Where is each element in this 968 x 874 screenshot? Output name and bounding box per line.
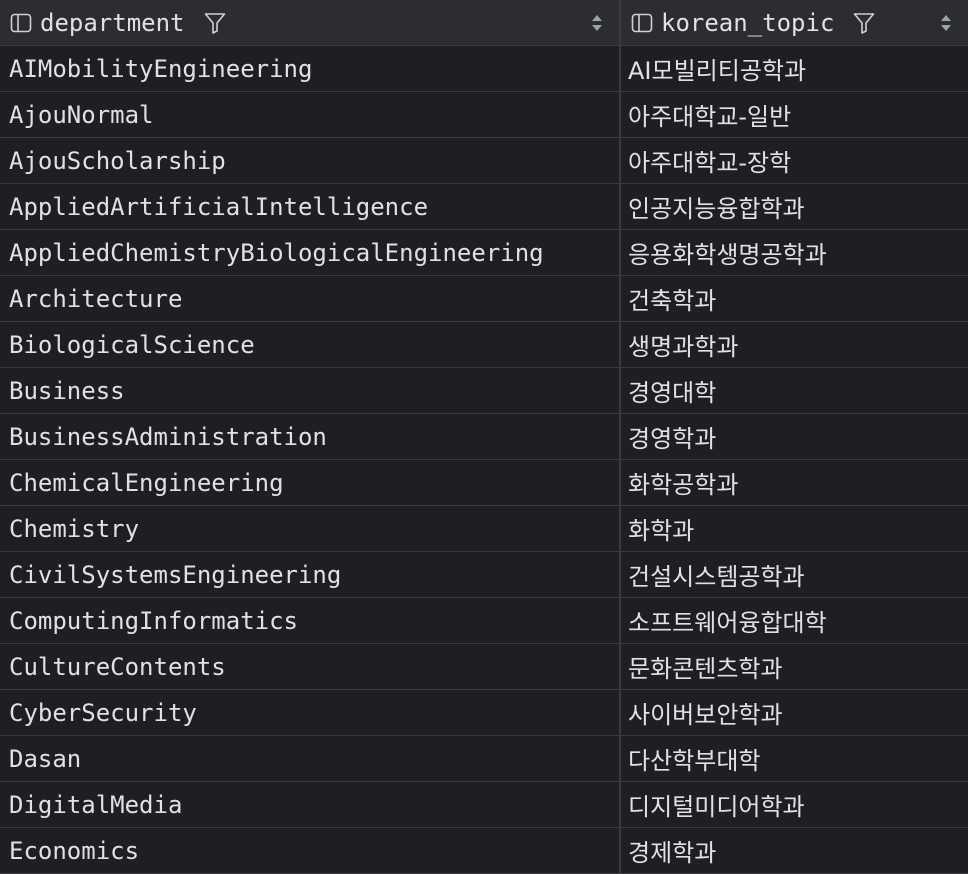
korean-topic-cell[interactable]: 소프트웨어융합대학 [621,598,968,643]
table-row[interactable]: BusinessAdministration 경영학과 [0,414,968,460]
korean-topic-cell[interactable]: 경영학과 [621,414,968,459]
table-row[interactable]: CivilSystemsEngineering 건설시스템공학과 [0,552,968,598]
department-cell[interactable]: DigitalMedia [0,782,621,827]
table-row[interactable]: Business 경영대학 [0,368,968,414]
sort-icon[interactable] [940,14,952,32]
table-row[interactable]: CultureContents 문화콘텐츠학과 [0,644,968,690]
column-name: korean_topic [661,8,835,37]
department-cell[interactable]: CultureContents [0,644,621,689]
table-row[interactable]: ComputingInformatics 소프트웨어융합대학 [0,598,968,644]
korean-topic-cell[interactable]: 아주대학교-장학 [621,138,968,183]
korean-topic-cell[interactable]: 생명과학과 [621,322,968,367]
department-cell[interactable]: Architecture [0,276,621,321]
korean-topic-cell[interactable]: 문화콘텐츠학과 [621,644,968,689]
korean-topic-cell[interactable]: 화학과 [621,506,968,551]
department-cell[interactable]: Economics [0,828,621,873]
column-icon [631,13,653,32]
department-cell[interactable]: CivilSystemsEngineering [0,552,621,597]
table-row[interactable]: DigitalMedia 디지털미디어학과 [0,782,968,828]
korean-topic-cell[interactable]: 응용화학생명공학과 [621,230,968,275]
table-row[interactable]: BiologicalScience 생명과학과 [0,322,968,368]
department-cell[interactable]: CyberSecurity [0,690,621,735]
korean-topic-cell[interactable]: AI모빌리티공학과 [621,46,968,91]
table-row[interactable]: AjouNormal 아주대학교-일반 [0,92,968,138]
korean-topic-cell[interactable]: 건축학과 [621,276,968,321]
column-name: department [40,8,185,37]
department-cell[interactable]: Chemistry [0,506,621,551]
korean-topic-cell[interactable]: 사이버보안학과 [621,690,968,735]
table-row[interactable]: AppliedChemistryBiologicalEngineering 응용… [0,230,968,276]
korean-topic-cell[interactable]: 건설시스템공학과 [621,552,968,597]
korean-topic-cell[interactable]: 경제학과 [621,828,968,873]
grid-body: AIMobilityEngineering AI모빌리티공학과 AjouNorm… [0,46,968,874]
department-cell[interactable]: ChemicalEngineering [0,460,621,505]
korean-topic-cell[interactable]: 디지털미디어학과 [621,782,968,827]
department-cell[interactable]: Dasan [0,736,621,781]
department-cell[interactable]: BiologicalScience [0,322,621,367]
department-cell[interactable]: AjouNormal [0,92,621,137]
korean-topic-cell[interactable]: 인공지능융합학과 [621,184,968,229]
table-row[interactable]: Chemistry 화학과 [0,506,968,552]
column-header-department[interactable]: department [0,0,621,45]
sort-icon[interactable] [591,14,603,32]
korean-topic-cell[interactable]: 아주대학교-일반 [621,92,968,137]
filter-icon[interactable] [203,11,227,35]
table-row[interactable]: Architecture 건축학과 [0,276,968,322]
department-cell[interactable]: Business [0,368,621,413]
department-cell[interactable]: ComputingInformatics [0,598,621,643]
department-cell[interactable]: AppliedChemistryBiologicalEngineering [0,230,621,275]
column-icon [10,13,32,32]
table-row[interactable]: Dasan 다산학부대학 [0,736,968,782]
department-cell[interactable]: AppliedArtificialIntelligence [0,184,621,229]
korean-topic-cell[interactable]: 경영대학 [621,368,968,413]
table-row[interactable]: ChemicalEngineering 화학공학과 [0,460,968,506]
department-cell[interactable]: BusinessAdministration [0,414,621,459]
korean-topic-cell[interactable]: 다산학부대학 [621,736,968,781]
department-cell[interactable]: AjouScholarship [0,138,621,183]
table-row[interactable]: AppliedArtificialIntelligence 인공지능융합학과 [0,184,968,230]
filter-icon[interactable] [852,11,876,35]
table-row[interactable]: AIMobilityEngineering AI모빌리티공학과 [0,46,968,92]
table-row[interactable]: AjouScholarship 아주대학교-장학 [0,138,968,184]
table-row[interactable]: Economics 경제학과 [0,828,968,874]
data-grid: department korean_topic AIMobilityEngine… [0,0,968,874]
table-row[interactable]: CyberSecurity 사이버보안학과 [0,690,968,736]
grid-header: department korean_topic [0,0,968,46]
korean-topic-cell[interactable]: 화학공학과 [621,460,968,505]
column-header-korean-topic[interactable]: korean_topic [621,0,968,45]
department-cell[interactable]: AIMobilityEngineering [0,46,621,91]
